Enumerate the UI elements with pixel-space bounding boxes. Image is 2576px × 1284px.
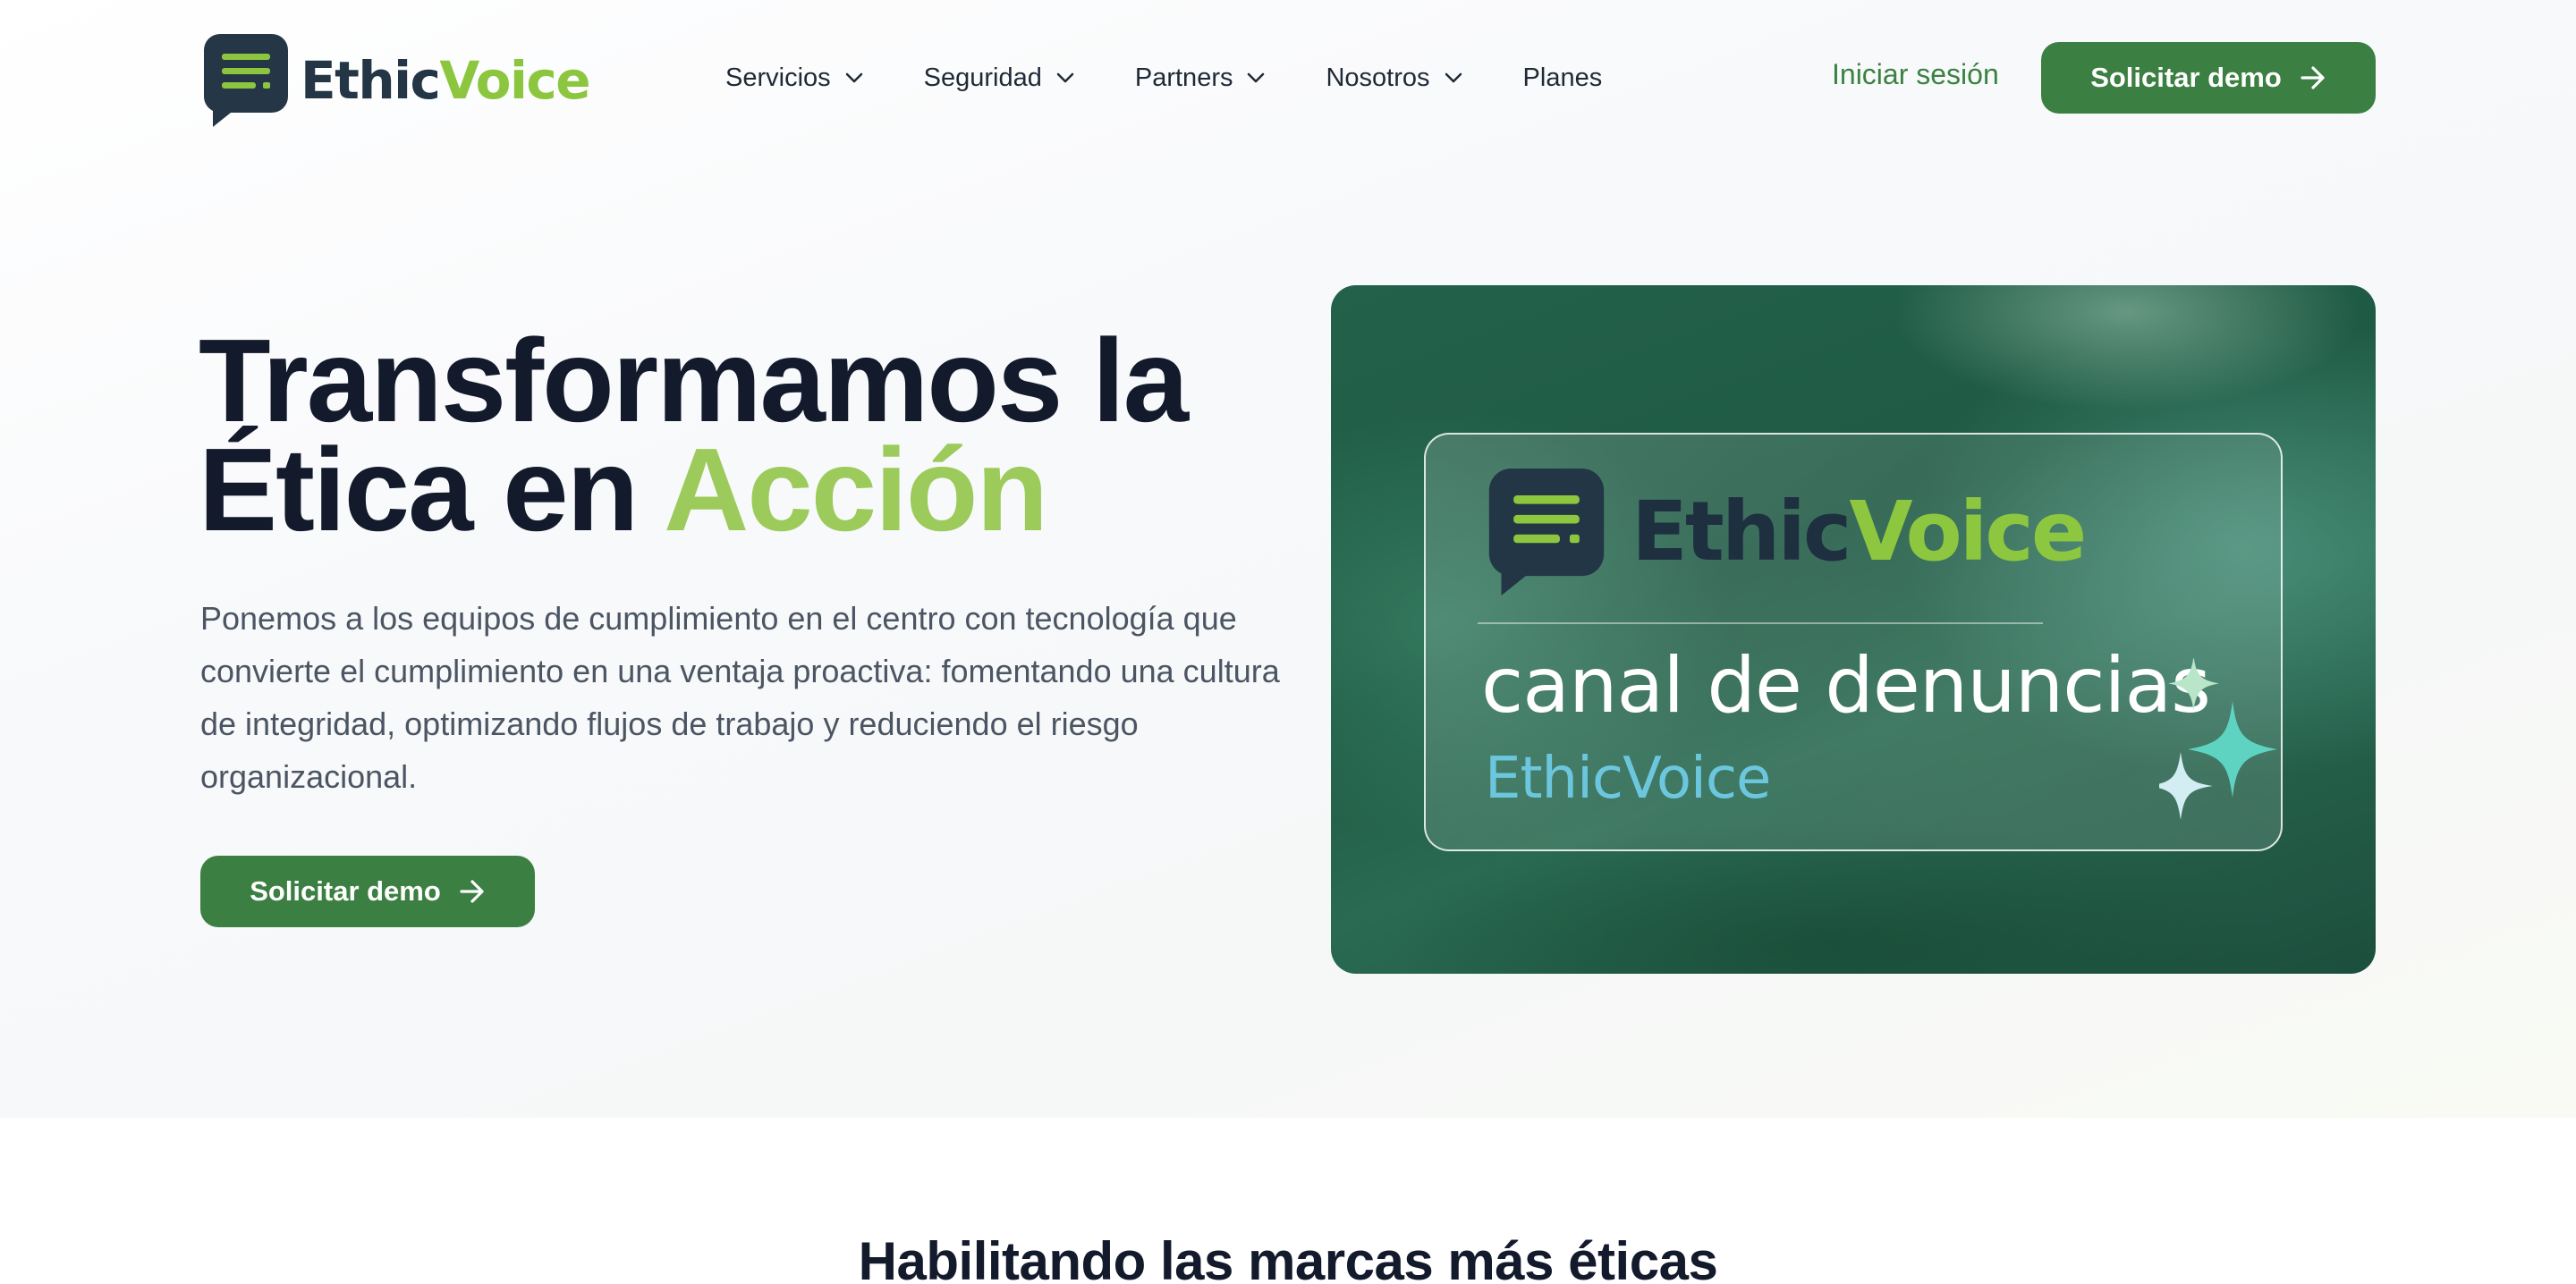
nav-item-label: Servicios: [725, 63, 831, 92]
brand-wordmark-part2: Voice: [439, 50, 590, 111]
hero-headline: Transformamos la Ética en Acción: [199, 322, 1379, 549]
chevron-down-icon: [1248, 72, 1265, 83]
top-navigation: EthicVoice Servicios Seguridad Partners …: [0, 0, 2576, 156]
hero-headline-accent: Acción: [664, 424, 1048, 555]
hero-lead-paragraph: Ponemos a los equipos de cumplimiento en…: [200, 600, 1280, 795]
feature-logo: EthicVoice: [1487, 469, 2087, 596]
feature-glass-panel: EthicVoice canal de denuncias EthicVoice: [1424, 433, 2283, 851]
sparkles-icon: [2159, 658, 2277, 820]
chevron-down-icon: [1445, 72, 1462, 83]
nav-item-planes[interactable]: Planes: [1523, 63, 1603, 93]
hero-feature-card: EthicVoice canal de denuncias EthicVoice: [1331, 285, 2376, 974]
login-link[interactable]: Iniciar sesión: [1832, 58, 1999, 91]
brand-logo[interactable]: EthicVoice: [204, 34, 591, 127]
divider: [1478, 622, 2043, 624]
main-menu: Servicios Seguridad Partners Nosotros Pl…: [725, 55, 1602, 100]
request-demo-button-header[interactable]: Solicitar demo: [2041, 42, 2376, 114]
chat-bubble-logo-icon: [204, 34, 288, 127]
brand-wordmark: EthicVoice: [301, 55, 591, 106]
button-label: Solicitar demo: [250, 875, 441, 907]
feature-title: canal de denuncias: [1481, 641, 2211, 731]
page: EthicVoice Servicios Seguridad Partners …: [0, 0, 2576, 1284]
arrow-right-icon: [2301, 66, 2325, 89]
brand-wordmark-part1: Ethic: [301, 50, 441, 111]
chat-bubble-logo-icon: [1488, 469, 1605, 596]
feature-wordmark: EthicVoice: [1631, 491, 2087, 573]
button-label: Solicitar demo: [2090, 62, 2282, 93]
nav-item-label: Nosotros: [1326, 63, 1430, 92]
feature-subtitle: EthicVoice: [1485, 746, 1771, 812]
feature-wordmark-part1: Ethic: [1631, 484, 1852, 579]
nav-item-partners[interactable]: Partners: [1135, 63, 1266, 93]
nav-item-servicios[interactable]: Servicios: [725, 63, 863, 93]
nav-item-nosotros[interactable]: Nosotros: [1326, 63, 1462, 93]
chevron-down-icon: [1056, 72, 1074, 83]
nav-item-seguridad[interactable]: Seguridad: [924, 63, 1074, 93]
chevron-down-icon: [845, 72, 862, 83]
feature-wordmark-part2: Voice: [1849, 484, 2087, 579]
nav-item-label: Planes: [1522, 63, 1603, 92]
nav-item-label: Partners: [1134, 63, 1233, 92]
hero-headline-line2: Ética en: [199, 424, 664, 555]
brands-section-title: Habilitando las marcas más éticas: [858, 1231, 1718, 1284]
request-demo-button-hero[interactable]: Solicitar demo: [200, 856, 535, 927]
arrow-right-icon: [460, 880, 484, 903]
nav-item-label: Seguridad: [923, 63, 1042, 92]
